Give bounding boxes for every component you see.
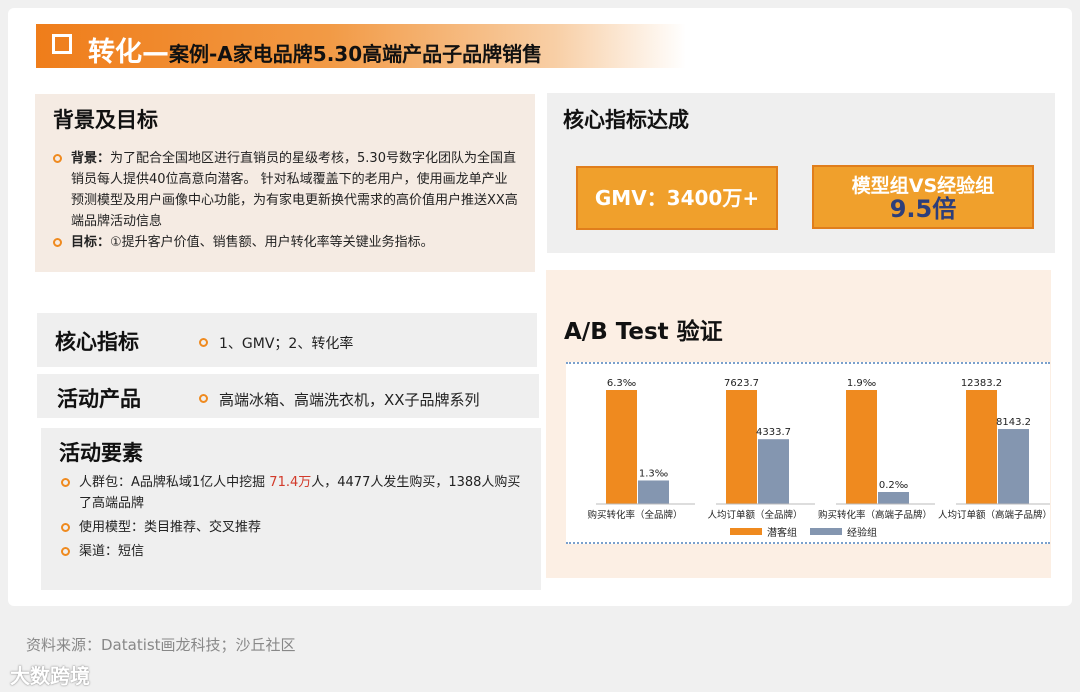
kpi-heading: 核心指标达成	[563, 108, 689, 132]
ab-test-heading: A/B Test 验证	[564, 319, 723, 345]
bar-experience-1	[758, 439, 789, 504]
bullet-icon	[61, 547, 70, 556]
list-item: 目标：①提升客户价值、销售额、用户转化率等关键业务指标。	[53, 232, 518, 253]
core-metric-value: 1、GMV；2、转化率	[219, 336, 354, 352]
list-item: 背景：为了配合全国地区进行直销员的星级考核，5.30号数字化团队为全国直销员每人…	[53, 148, 518, 232]
goal-text: ①提升客户价值、销售额、用户转化率等关键业务指标。	[110, 235, 434, 250]
compare-label: 模型组VS经验组	[851, 175, 995, 197]
background-text: 为了配合全国地区进行直销员的星级考核，5.30号数字化团队为全国直销员每人提供4…	[71, 151, 518, 229]
category-label: 购买转化率（高端子品牌）	[818, 509, 932, 521]
model-text: 使用模型：类目推荐、交叉推荐	[79, 520, 262, 535]
goal-label: 目标：	[71, 235, 111, 250]
page-title-sub: 案例-A家电品牌5.30高端产品子品牌销售	[169, 42, 543, 66]
category-label: 人均订单额（高端子品牌）	[938, 509, 1050, 521]
core-metric-panel: 核心指标 1、GMV；2、转化率	[37, 313, 537, 367]
data-label: 6.3‰	[607, 378, 636, 389]
bar-experience-3	[998, 429, 1029, 504]
bar-target-0	[606, 390, 637, 504]
category-label: 购买转化率（全品牌）	[587, 509, 682, 521]
crowd-highlight: 71.4万	[269, 475, 312, 490]
bar-experience-2	[878, 492, 909, 504]
background-list: 背景：为了配合全国地区进行直销员的星级考核，5.30号数字化团队为全国直销员每人…	[53, 148, 518, 253]
activity-product-panel: 活动产品 高端冰箱、高端洗衣机，XX子品牌系列	[37, 374, 539, 418]
bar-target-1	[726, 390, 757, 504]
ab-test-chart: 6.3‰ 1.3‰ 购买转化率（全品牌） 7623.7 4333.7 人均订单额（全品牌）…	[566, 362, 1055, 544]
data-label: 1.3‰	[639, 468, 668, 479]
data-label: 1.9‰	[847, 378, 876, 389]
category-label: 人均订单额（全品牌）	[707, 509, 802, 521]
activity-elements-heading: 活动要素	[59, 441, 143, 465]
bar-target-2	[846, 390, 877, 504]
bullet-icon	[61, 523, 70, 532]
channel-text: 渠道：短信	[79, 544, 145, 559]
list-item: 渠道：短信	[61, 541, 523, 562]
data-label: 8143.2	[996, 417, 1031, 428]
compare-value: 9.5倍	[889, 195, 957, 223]
activity-product-heading: 活动产品	[57, 387, 141, 411]
bar-experience-0	[638, 480, 669, 504]
legend-swatch	[730, 528, 762, 535]
legend-swatch	[810, 528, 842, 535]
data-label: 7623.7	[724, 378, 759, 389]
crowd-text-prefix: 人群包：A品牌私域1亿人中挖掘	[79, 475, 270, 490]
activity-elements-list: 人群包：A品牌私域1亿人中挖掘 71.4万人，4477人发生购买，1388人购买…	[61, 472, 523, 562]
core-metric-heading: 核心指标	[55, 330, 139, 354]
title-bar: 转化—案例-A家电品牌5.30高端产品子品牌销售	[36, 24, 686, 68]
background-panel: 背景及目标 背景：为了配合全国地区进行直销员的星级考核，5.30号数字化团队为全…	[35, 94, 535, 272]
background-heading: 背景及目标	[53, 108, 158, 132]
page-title-main: 转化—	[88, 37, 169, 68]
bar-chart: 6.3‰ 1.3‰ 购买转化率（全品牌） 7623.7 4333.7 人均订单额（全品牌）…	[587, 378, 1055, 539]
bullet-icon	[53, 154, 62, 163]
bullet-icon	[53, 238, 62, 247]
checkbox-icon	[52, 34, 72, 54]
data-label: 4333.7	[756, 427, 791, 438]
data-label: 0.2‰	[879, 480, 908, 491]
bullet-icon	[61, 478, 70, 487]
page-title: 转化—案例-A家电品牌5.30高端产品子品牌销售	[88, 30, 542, 69]
source-note: 资料来源：Datatist画龙科技；沙丘社区	[26, 636, 296, 654]
bar-target-3	[966, 390, 997, 504]
watermark-logo: 大数跨境	[10, 664, 90, 688]
bullet-icon	[199, 338, 208, 347]
list-item: 使用模型：类目推荐、交叉推荐	[61, 517, 523, 538]
data-label: 12383.2	[961, 378, 1002, 389]
list-item: 人群包：A品牌私域1亿人中挖掘 71.4万人，4477人发生购买，1388人购买…	[61, 472, 523, 514]
core-metric-text: 1、GMV；2、转化率	[199, 333, 353, 353]
activity-product-text: 高端冰箱、高端洗衣机，XX子品牌系列	[199, 389, 480, 410]
gmv-kpi-box: GMV：3400万+	[576, 166, 778, 230]
compare-kpi-box: 模型组VS经验组 9.5倍	[812, 165, 1034, 229]
activity-elements-panel: 活动要素 人群包：A品牌私域1亿人中挖掘 71.4万人，4477人发生购买，13…	[41, 428, 541, 590]
legend-label: 潜客组	[767, 526, 797, 539]
bullet-icon	[199, 394, 208, 403]
background-label: 背景：	[71, 151, 111, 166]
legend-label: 经验组	[847, 526, 877, 539]
activity-product-value: 高端冰箱、高端洗衣机，XX子品牌系列	[219, 391, 480, 409]
